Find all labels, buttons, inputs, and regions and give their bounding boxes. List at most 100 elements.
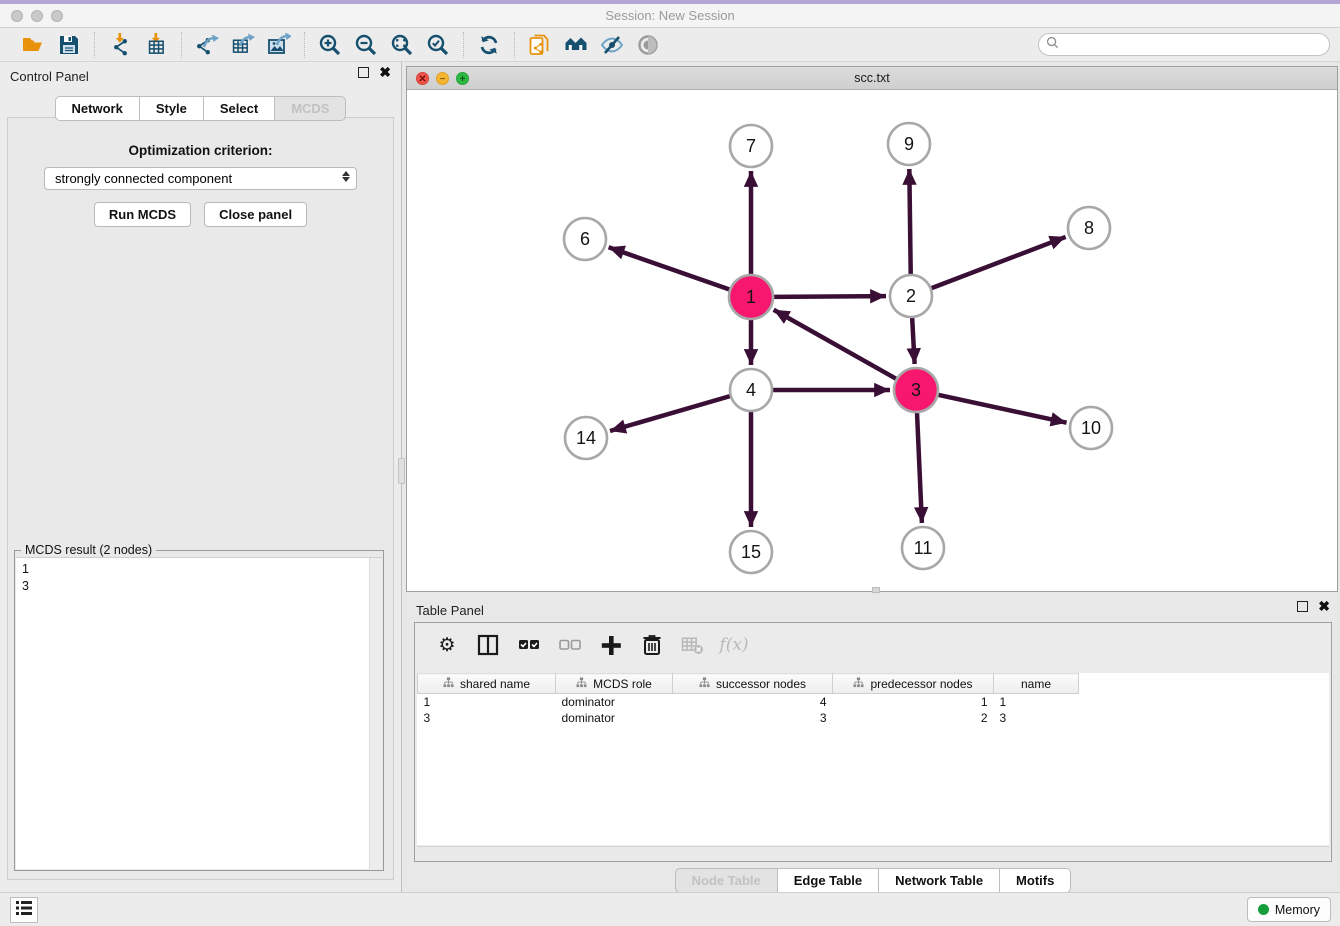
cell-predecessor-nodes[interactable]: 1 bbox=[833, 694, 994, 710]
tab-select[interactable]: Select bbox=[203, 96, 275, 121]
cell-MCDS-role[interactable]: dominator bbox=[556, 694, 673, 710]
ndex-browse-button[interactable] bbox=[561, 31, 591, 59]
edge-3-11[interactable] bbox=[917, 412, 922, 523]
import-network-button[interactable] bbox=[105, 31, 135, 59]
cell-name[interactable]: 3 bbox=[994, 710, 1079, 726]
node-3[interactable]: 3 bbox=[894, 368, 938, 412]
splitter-grip[interactable] bbox=[398, 458, 405, 484]
zoom-fit-button[interactable] bbox=[387, 31, 417, 59]
result-scrollbar[interactable] bbox=[369, 558, 382, 869]
open-session-button[interactable] bbox=[18, 31, 48, 59]
tab-node-table[interactable]: Node Table bbox=[675, 868, 778, 893]
float-table-panel-icon[interactable] bbox=[1297, 601, 1308, 612]
node-11[interactable]: 11 bbox=[902, 527, 944, 569]
node-6[interactable]: 6 bbox=[564, 218, 606, 260]
save-session-icon bbox=[57, 33, 81, 57]
network-graph[interactable]: 7 9 6 8 1 2 4 3 14 10 15 11 bbox=[407, 90, 1337, 591]
delete-rows-button[interactable] bbox=[640, 631, 664, 659]
mcds-result-list[interactable]: 13 bbox=[16, 557, 382, 869]
memory-button[interactable]: Memory bbox=[1247, 897, 1331, 922]
network-resize-grip[interactable] bbox=[872, 587, 880, 593]
cell-name[interactable]: 1 bbox=[994, 694, 1079, 710]
edge-4-14[interactable] bbox=[610, 396, 731, 431]
hide-selected-button[interactable] bbox=[597, 31, 627, 59]
show-all-button[interactable] bbox=[633, 31, 663, 59]
cell-MCDS-role[interactable]: dominator bbox=[556, 710, 673, 726]
edge-2-8[interactable] bbox=[931, 237, 1066, 289]
deselect-all-rows-button[interactable] bbox=[558, 631, 582, 659]
node-8[interactable]: 8 bbox=[1068, 207, 1110, 249]
cell-shared-name[interactable]: 1 bbox=[418, 694, 556, 710]
column-header-name[interactable]: name bbox=[994, 674, 1079, 694]
edge-3-10[interactable] bbox=[937, 395, 1066, 423]
node-1[interactable]: 1 bbox=[729, 275, 773, 319]
table-hscrollbar[interactable] bbox=[417, 846, 1329, 860]
network-window-titlebar[interactable]: ✕ − + scc.txt bbox=[407, 67, 1337, 90]
column-header-successor-nodes[interactable]: successor nodes bbox=[673, 674, 833, 694]
zoom-out-button[interactable] bbox=[351, 31, 381, 59]
zoom-selected-button[interactable] bbox=[423, 31, 453, 59]
column-header-shared-name[interactable]: shared name bbox=[418, 674, 556, 694]
show-columns-button[interactable] bbox=[476, 631, 500, 659]
close-panel-icon[interactable]: ✖ bbox=[379, 67, 391, 78]
tab-style[interactable]: Style bbox=[139, 96, 204, 121]
tab-mcds[interactable]: MCDS bbox=[274, 96, 346, 121]
node-label: 9 bbox=[904, 134, 914, 154]
optimization-criterion-select[interactable]: strongly connected component bbox=[44, 167, 357, 190]
export-network-button[interactable] bbox=[192, 31, 222, 59]
table-row[interactable]: 3dominator323 bbox=[418, 710, 1079, 726]
export-image-button[interactable] bbox=[264, 31, 294, 59]
function-builder-button[interactable]: f(x) bbox=[722, 631, 746, 659]
column-header-MCDS-role[interactable]: MCDS role bbox=[556, 674, 673, 694]
node-label: 7 bbox=[746, 136, 756, 156]
node-4[interactable]: 4 bbox=[730, 369, 772, 411]
table-panel: Table Panel ✖ ⚙ f(x) shared nameMCDS role… bbox=[406, 596, 1340, 888]
node-2[interactable]: 2 bbox=[890, 275, 932, 317]
edge-2-9[interactable] bbox=[909, 169, 910, 275]
task-history-button[interactable] bbox=[10, 897, 38, 923]
edge-1-6[interactable] bbox=[609, 247, 731, 289]
clone-network-button[interactable] bbox=[525, 31, 555, 59]
mcds-result-item[interactable]: 1 bbox=[22, 561, 376, 578]
table-row[interactable]: 1dominator411 bbox=[418, 694, 1079, 710]
edge-2-3[interactable] bbox=[912, 317, 915, 364]
zoom-in-button[interactable] bbox=[315, 31, 345, 59]
tab-motifs[interactable]: Motifs bbox=[999, 868, 1071, 893]
network-canvas[interactable]: 7 9 6 8 1 2 4 3 14 10 15 11 bbox=[407, 90, 1337, 591]
tab-network[interactable]: Network bbox=[55, 96, 140, 121]
cell-predecessor-nodes[interactable]: 2 bbox=[833, 710, 994, 726]
search-box[interactable] bbox=[1038, 33, 1330, 56]
edge-3-1[interactable] bbox=[774, 310, 897, 379]
column-header-predecessor-nodes[interactable]: predecessor nodes bbox=[833, 674, 994, 694]
mcds-result-item[interactable]: 3 bbox=[22, 578, 376, 595]
node-7[interactable]: 7 bbox=[730, 125, 772, 167]
select-all-rows-button[interactable] bbox=[517, 631, 541, 659]
node-10[interactable]: 10 bbox=[1070, 407, 1112, 449]
node-9[interactable]: 9 bbox=[888, 123, 930, 165]
mcds-result-title: MCDS result (2 nodes) bbox=[21, 543, 156, 557]
edge-1-2[interactable] bbox=[773, 296, 886, 297]
import-table-button[interactable] bbox=[141, 31, 171, 59]
delete-table-button[interactable] bbox=[681, 631, 705, 659]
close-table-panel-icon[interactable]: ✖ bbox=[1318, 601, 1330, 612]
cell-successor-nodes[interactable]: 3 bbox=[673, 710, 833, 726]
node-15[interactable]: 15 bbox=[730, 531, 772, 573]
close-panel-button[interactable]: Close panel bbox=[204, 202, 307, 227]
main-toolbar bbox=[0, 28, 1340, 62]
table-panel-title: Table Panel bbox=[416, 603, 484, 618]
tab-edge-table[interactable]: Edge Table bbox=[777, 868, 879, 893]
cell-shared-name[interactable]: 3 bbox=[418, 710, 556, 726]
table-settings-button[interactable]: ⚙ bbox=[435, 631, 459, 659]
control-panel: Control Panel ✖ NetworkStyleSelectMCDS O… bbox=[0, 62, 402, 892]
save-session-button[interactable] bbox=[54, 31, 84, 59]
run-mcds-button[interactable]: Run MCDS bbox=[94, 202, 191, 227]
tab-network-table[interactable]: Network Table bbox=[878, 868, 1000, 893]
search-input[interactable] bbox=[1064, 38, 1329, 52]
select-stepper-icon bbox=[342, 171, 350, 182]
refresh-layout-button[interactable] bbox=[474, 31, 504, 59]
export-table-button[interactable] bbox=[228, 31, 258, 59]
node-14[interactable]: 14 bbox=[565, 417, 607, 459]
add-row-button[interactable] bbox=[599, 631, 623, 659]
cell-successor-nodes[interactable]: 4 bbox=[673, 694, 833, 710]
float-panel-icon[interactable] bbox=[358, 67, 369, 78]
